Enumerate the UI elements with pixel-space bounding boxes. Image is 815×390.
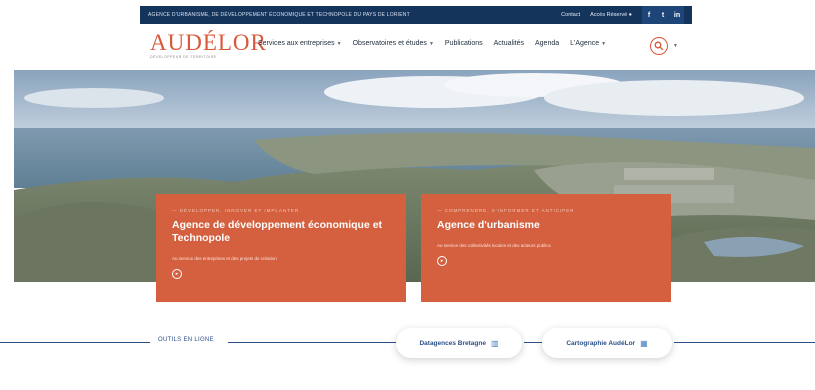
agency-tagline: AGENCE D'URBANISME, DE DÉVELOPPEMENT ÉCO… [148,12,410,18]
reserved-access-label: Accès Réservé [590,12,628,18]
contact-link[interactable]: Contact [561,12,580,18]
arrow-right-icon[interactable]: ▸ [437,256,447,266]
nav-label: Observatoires et études [352,40,427,47]
nav-item-agence[interactable]: L'Agence ▼ [570,40,606,47]
search-button[interactable] [650,37,668,55]
cartographie-button[interactable]: Cartographie AudéLor ▦ [542,328,672,358]
datagences-label: Datagences Bretagne [419,339,486,347]
twitter-icon[interactable]: t [656,6,670,24]
top-links: Contact Accès Réservé ● f t in [561,6,684,24]
top-bar: AGENCE D'URBANISME, DE DÉVELOPPEMENT ÉCO… [140,6,692,24]
facebook-icon[interactable]: f [642,6,656,24]
nav-item-agenda[interactable]: Agenda [535,40,559,47]
divider-line [0,342,150,343]
card-economic-development[interactable]: — DÉVELOPPER, INNOVER ET IMPLANTER Agenc… [156,194,406,302]
chevron-down-icon[interactable]: ▼ [673,43,678,49]
audelor-logo[interactable]: AUDÉLOR DÉVELOPPEUR DE TERRITOIRE [150,30,267,62]
nav-item-publications[interactable]: Publications [445,40,483,47]
chevron-down-icon: ▼ [428,41,434,47]
online-tools-label: OUTILS EN LIGNE [158,337,214,343]
nav-label: Services aux entreprises [258,40,335,47]
main-nav: Services aux entreprises ▼ Observatoires … [258,40,606,47]
card-kicker: — DÉVELOPPER, INNOVER ET IMPLANTER [172,208,300,213]
card-description: Au service des entreprises et des projet… [172,256,277,261]
datagences-button[interactable]: Datagences Bretagne ▥ [396,328,522,358]
arrow-right-icon[interactable]: ▸ [172,269,182,279]
logo-wordmark: AUDÉLOR [150,30,267,55]
database-icon: ▥ [490,338,499,348]
chevron-down-icon: ▼ [601,41,607,47]
divider-line [228,342,398,343]
aerial-photo [14,70,815,282]
divider-line [674,342,815,343]
card-urbanism[interactable]: — COMPRENDRE, S'INFORMER ET ANTICIPER Ag… [421,194,671,302]
reserved-access-link[interactable]: Accès Réservé ● [590,12,632,18]
cartographie-label: Cartographie AudéLor [566,339,636,347]
card-description: Au service des collectivités locales et … [437,243,551,248]
card-kicker: — COMPRENDRE, S'INFORMER ET ANTICIPER [437,208,575,213]
search-icon [654,41,664,51]
logo-subtitle: DÉVELOPPEUR DE TERRITOIRE [150,55,217,59]
main-header: AUDÉLOR DÉVELOPPEUR DE TERRITOIRE Servic… [0,24,815,70]
divider-line [524,342,542,343]
map-icon: ▦ [640,338,648,348]
card-title: Agence de développement économique et Te… [172,219,383,244]
nav-item-services[interactable]: Services aux entreprises ▼ [258,40,342,47]
chevron-down-icon: ▼ [336,41,342,47]
online-tools-section: OUTILS EN LIGNE Datagences Bretagne ▥ Ca… [0,326,815,358]
linkedin-icon[interactable]: in [670,6,684,24]
social-links: f t in [642,6,684,24]
lock-icon: ● [628,12,632,18]
nav-label: L'Agence [570,40,600,47]
card-title: Agence d'urbanisme [437,219,540,231]
hero-aerial-image [14,70,815,282]
nav-item-actualites[interactable]: Actualités [494,40,524,47]
nav-item-observatoires[interactable]: Observatoires et études ▼ [353,40,434,47]
